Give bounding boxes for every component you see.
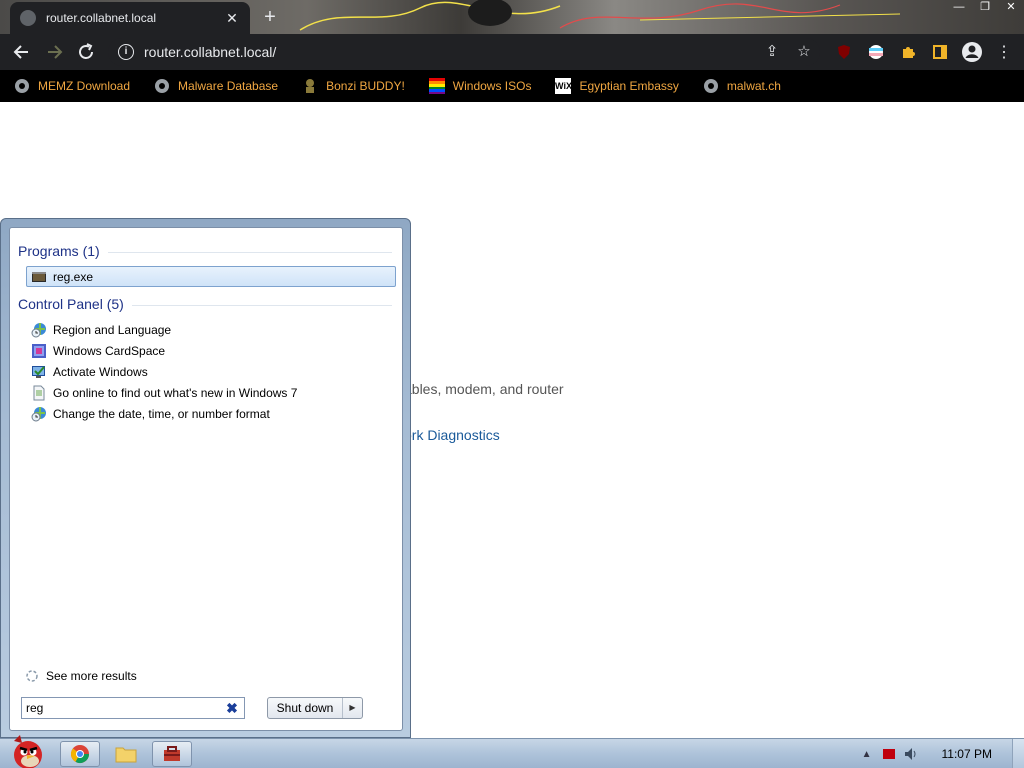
bookmark-malwatch[interactable]: malwat.ch <box>699 73 785 99</box>
result-label: Activate Windows <box>53 364 148 379</box>
volume-icon[interactable] <box>900 743 922 765</box>
taskbar-clock[interactable]: 11:07 PM <box>942 747 992 761</box>
chrome-icon <box>71 745 89 764</box>
show-hidden-icons-icon[interactable]: ▲ <box>856 743 878 765</box>
cardspace-icon <box>32 343 46 358</box>
back-arrow-icon <box>13 45 28 59</box>
bookmark-malware-database[interactable]: Malware Database <box>150 73 282 99</box>
back-button[interactable] <box>6 36 38 68</box>
profile-avatar-icon[interactable] <box>956 38 988 66</box>
globe-icon <box>14 78 30 94</box>
site-info-icon[interactable]: i <box>118 44 134 60</box>
bonzi-icon <box>302 78 318 94</box>
document-icon <box>33 385 45 400</box>
tab-title: router.collabnet.local <box>46 11 157 25</box>
forward-button[interactable] <box>38 36 70 68</box>
bookmark-label: Bonzi BUDDY! <box>326 79 405 93</box>
extension-flag-icon[interactable] <box>860 38 892 66</box>
shutdown-label: Shut down <box>276 701 334 715</box>
action-center-icon <box>32 365 45 378</box>
result-label: Windows CardSpace <box>53 343 166 358</box>
show-desktop-button[interactable] <box>1012 739 1024 768</box>
forward-arrow-icon <box>48 45 63 59</box>
side-panel-icon[interactable] <box>924 38 956 66</box>
browser-menu-icon[interactable]: ⋮ <box>988 38 1020 66</box>
close-window-button[interactable]: ✕ <box>998 0 1024 16</box>
search-results-panel: Programs (1) reg.exe Control Panel (5) R… <box>9 227 403 731</box>
url-text: router.collabnet.local/ <box>144 44 277 60</box>
result-whats-new-windows-7[interactable]: Go online to find out what's new in Wind… <box>26 382 396 403</box>
control-panel-group-header[interactable]: Control Panel (5) <box>18 295 392 313</box>
bookmark-label: Malware Database <box>178 79 279 93</box>
see-more-results-link[interactable]: See more results <box>24 668 137 684</box>
page-favicon-icon <box>20 10 36 26</box>
wix-icon: WiX <box>555 78 572 94</box>
start-menu: Programs (1) reg.exe Control Panel (5) R… <box>0 218 411 738</box>
bookmarks-bar: MEMZ Download Malware Database Bonzi BUD… <box>0 70 1024 102</box>
browser-titlebar: router.collabnet.local ✕ + — ❐ ✕ <box>0 0 1024 34</box>
close-tab-icon[interactable]: ✕ <box>224 10 240 27</box>
folder-icon <box>115 747 137 763</box>
taskbar-chrome-button[interactable] <box>60 741 100 767</box>
result-label: Region and Language <box>53 322 172 337</box>
divider <box>131 304 392 306</box>
bookmark-bonzi-buddy[interactable]: Bonzi BUDDY! <box>298 73 409 99</box>
bookmark-label: Egyptian Embassy <box>579 79 679 93</box>
result-activate-windows[interactable]: Activate Windows <box>26 361 396 382</box>
search-magnifier-icon <box>26 670 38 682</box>
start-search-input[interactable]: reg <box>26 701 224 715</box>
see-more-label: See more results <box>46 669 137 683</box>
toolbox-icon <box>164 746 180 761</box>
result-reg-exe[interactable]: reg.exe <box>26 266 396 287</box>
result-change-date-time-format[interactable]: Change the date, time, or number format <box>26 403 396 424</box>
reload-icon <box>79 43 93 59</box>
taskbar-app-button[interactable] <box>152 741 192 767</box>
taskbar: ▲ 11:07 PM <box>0 735 1024 768</box>
globe-clock-icon <box>31 406 46 421</box>
browser-toolbar: i router.collabnet.local/ ⇪ ☆ ⋮ <box>0 34 1024 70</box>
bookmark-egyptian-embassy[interactable]: WiX Egyptian Embassy <box>551 73 682 99</box>
system-tray: ▲ 11:07 PM <box>856 739 1024 768</box>
reload-button[interactable] <box>70 36 102 68</box>
shutdown-options-arrow-icon[interactable]: ▶ <box>342 698 362 718</box>
new-tab-button[interactable]: + <box>260 6 280 28</box>
minimize-button[interactable]: — <box>946 0 972 16</box>
windows-flag-icon <box>428 78 445 94</box>
globe-icon <box>154 78 170 94</box>
taskbar-explorer-button[interactable] <box>106 741 146 767</box>
result-region-and-language[interactable]: Region and Language <box>26 319 396 340</box>
ublock-icon[interactable] <box>828 38 860 66</box>
share-icon[interactable]: ⇪ <box>756 38 788 66</box>
tray-app-icon[interactable] <box>878 743 900 765</box>
restore-button[interactable]: ❐ <box>972 0 998 16</box>
globe-icon <box>703 78 719 94</box>
extensions-puzzle-icon[interactable] <box>892 38 924 66</box>
result-windows-cardspace[interactable]: Windows CardSpace <box>26 340 396 361</box>
divider <box>107 251 392 253</box>
browser-tab[interactable]: router.collabnet.local ✕ <box>10 2 250 34</box>
shutdown-button[interactable]: Shut down ▶ <box>267 697 363 719</box>
address-bar[interactable]: i router.collabnet.local/ <box>108 38 820 66</box>
bookmark-label: Windows ISOs <box>452 79 532 93</box>
page-troubleshoot-text: ables, modem, and router <box>404 381 564 397</box>
network-diagnostics-link[interactable]: ork Diagnostics <box>404 427 500 443</box>
control-panel-header-label: Control Panel (5) <box>18 296 124 312</box>
programs-group-header[interactable]: Programs (1) <box>18 242 392 260</box>
bookmark-label: malwat.ch <box>726 79 781 93</box>
reg-exe-icon <box>32 271 46 282</box>
window-controls: — ❐ ✕ <box>946 0 1024 16</box>
bookmark-windows-isos[interactable]: Windows ISOs <box>425 73 536 99</box>
bookmark-label: MEMZ Download <box>38 79 131 93</box>
bookmark-memz[interactable]: MEMZ Download <box>10 73 134 99</box>
clear-search-icon[interactable]: ✖ <box>224 700 240 717</box>
start-orb-angry-bird-icon[interactable] <box>6 733 50 768</box>
bookmark-star-icon[interactable]: ☆ <box>788 38 820 66</box>
programs-header-label: Programs (1) <box>18 243 100 259</box>
start-search-box[interactable]: reg ✖ <box>21 697 245 719</box>
result-label: reg.exe <box>53 269 94 284</box>
result-label: Change the date, time, or number format <box>53 406 270 421</box>
globe-clock-icon <box>31 322 46 337</box>
result-label: Go online to find out what's new in Wind… <box>53 385 298 400</box>
